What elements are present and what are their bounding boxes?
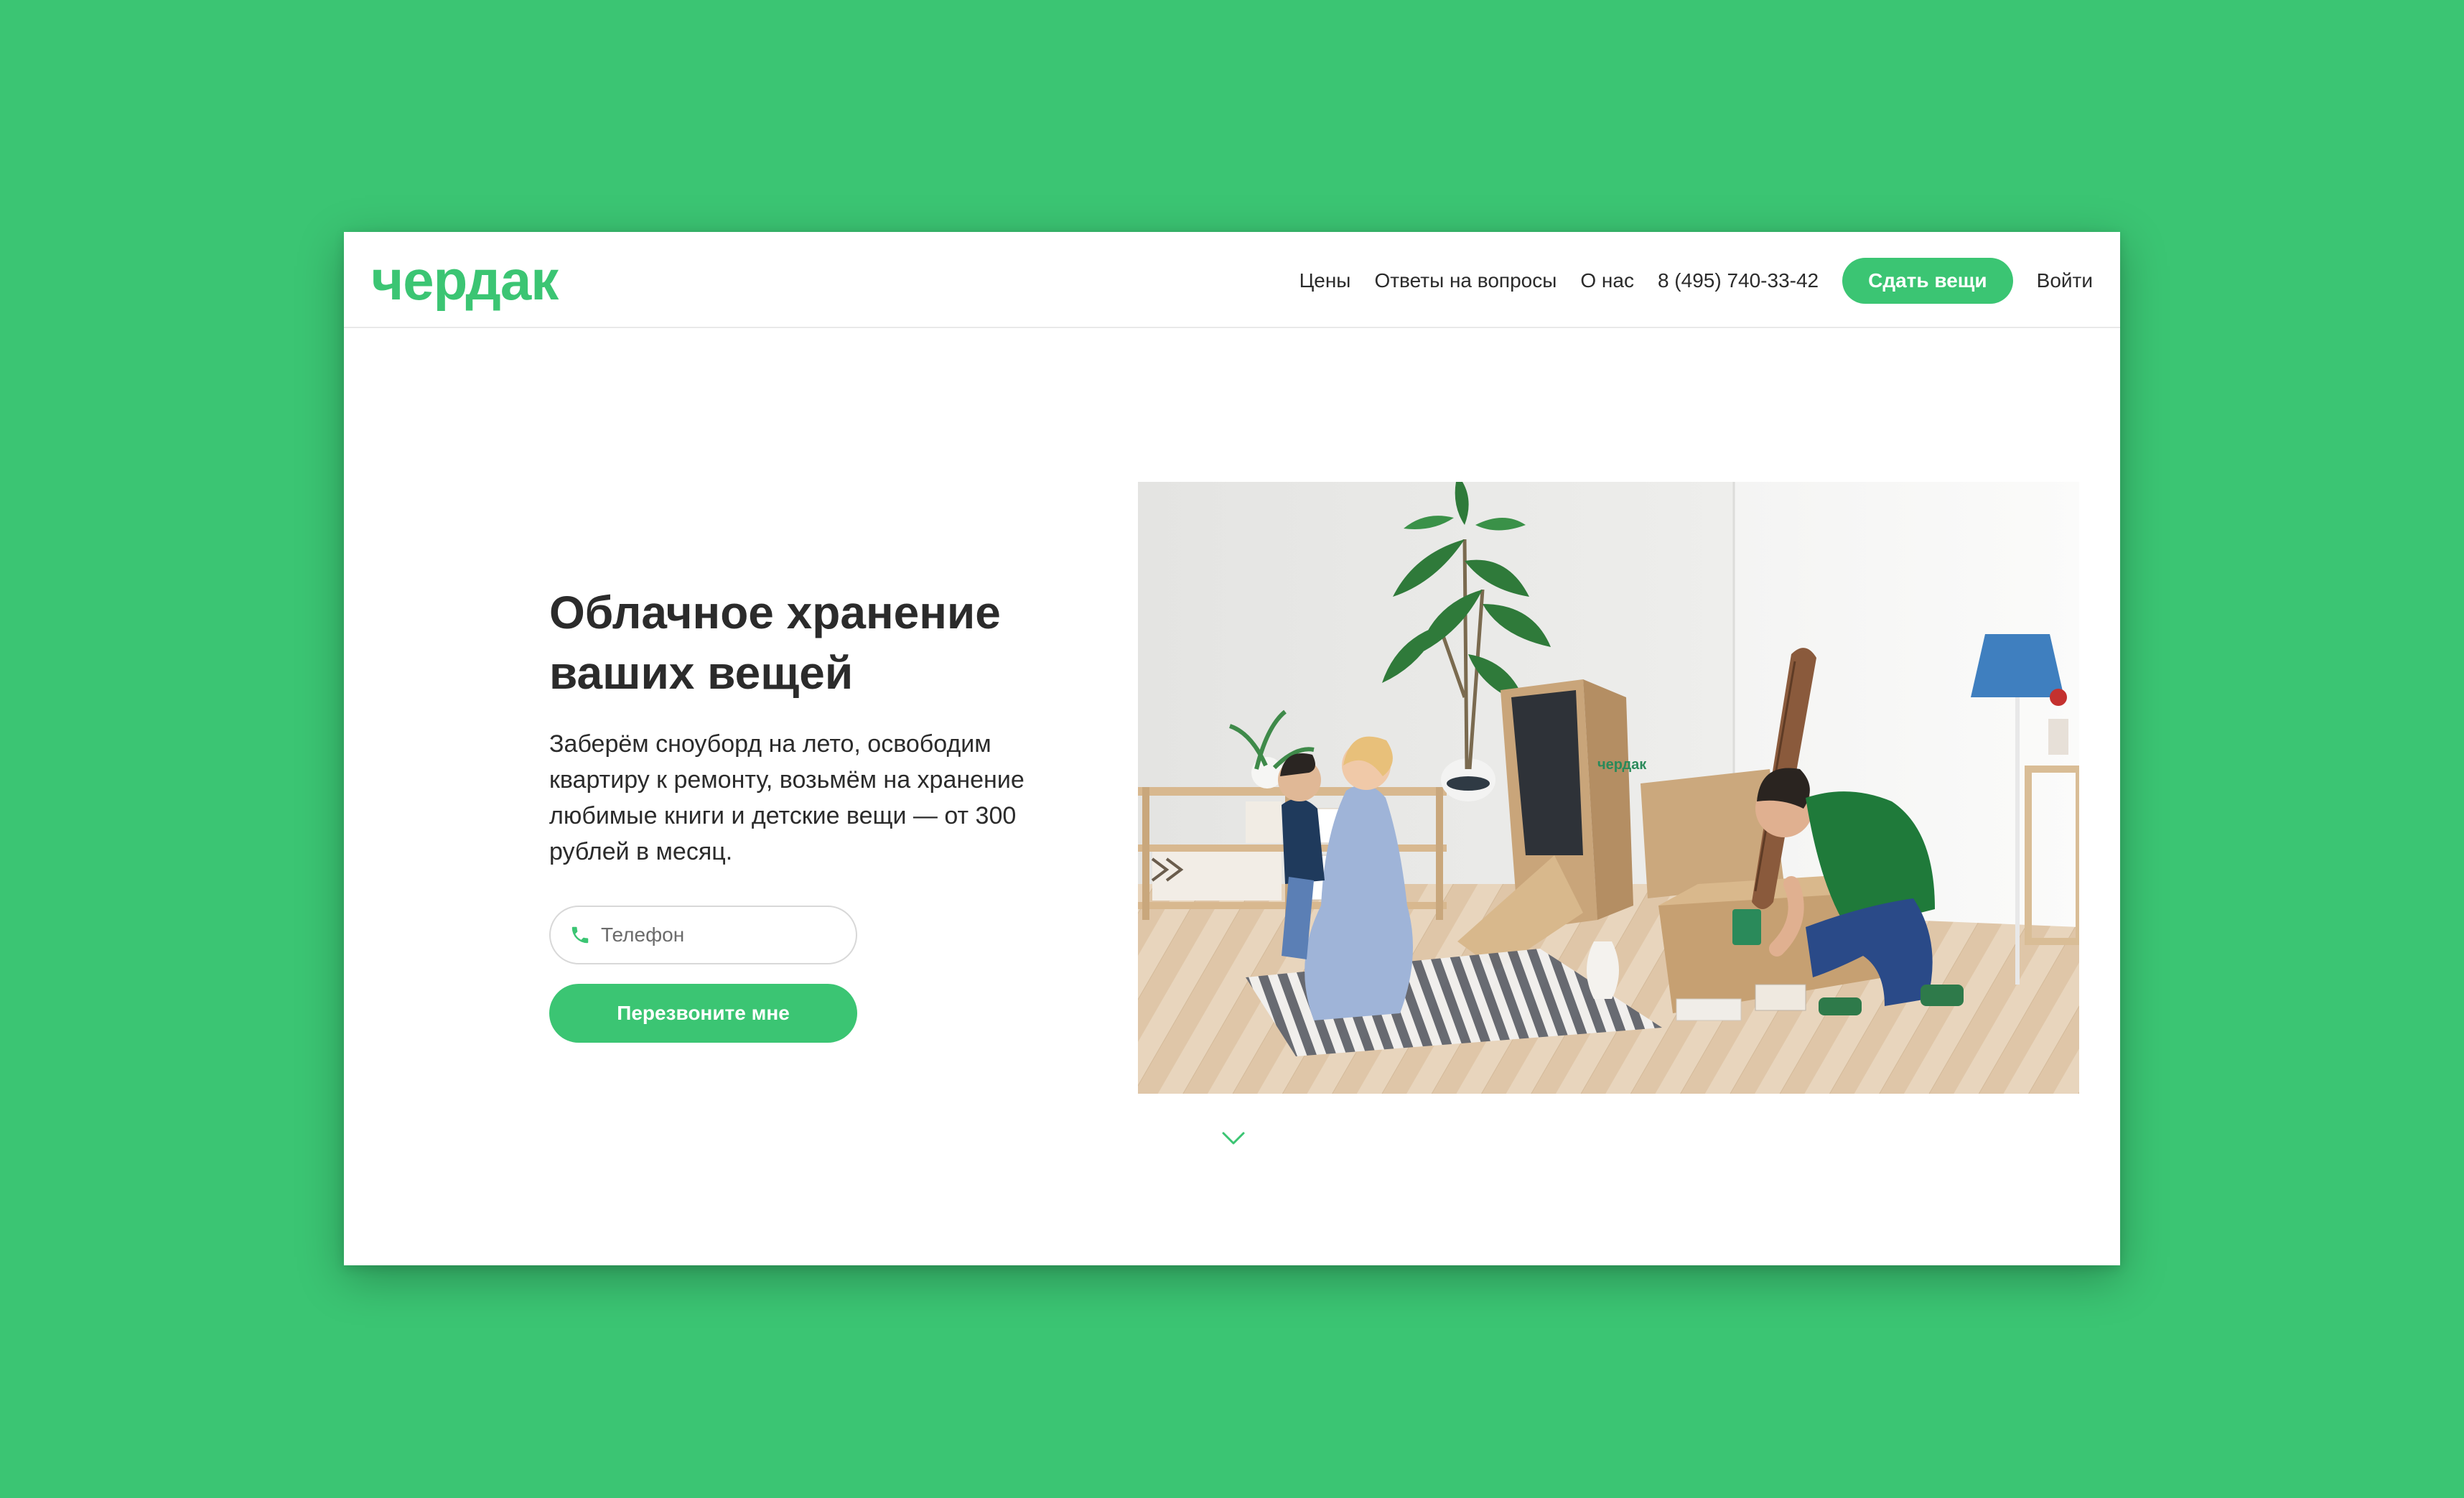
login-link[interactable]: Войти [2037,269,2093,292]
hero-photo: чердак [1138,482,2079,1094]
nav-link-prices[interactable]: Цены [1299,269,1351,292]
logo[interactable]: чердак [371,252,559,308]
nav-link-about[interactable]: О нас [1580,269,1634,292]
phone-icon [571,926,589,944]
site-header: чердак Цены Ответы на вопросы О нас 8 (4… [344,232,2120,328]
nav-link-faq[interactable]: Ответы на вопросы [1374,269,1557,292]
browser-page: чердак Цены Ответы на вопросы О нас 8 (4… [344,232,2120,1265]
callback-button[interactable]: Перезвоните мне [549,984,857,1043]
phone-field[interactable] [549,906,857,964]
hero-illustration: чердак [1138,482,2079,1094]
hero-description: Заберём сноуборд на лето, освободим квар… [549,730,1025,865]
nav-phone-number[interactable]: 8 (495) 740-33-42 [1658,269,1819,292]
box-label: чердак [1597,757,1647,773]
give-things-button[interactable]: Сдать вещи [1842,258,2013,304]
phone-input[interactable] [601,924,845,946]
hero-title: Облачное хранение ваших вещей [549,587,1001,699]
chevron-down-icon[interactable] [1221,1130,1246,1147]
main-nav: Цены Ответы на вопросы О нас 8 (495) 740… [1299,258,2093,304]
